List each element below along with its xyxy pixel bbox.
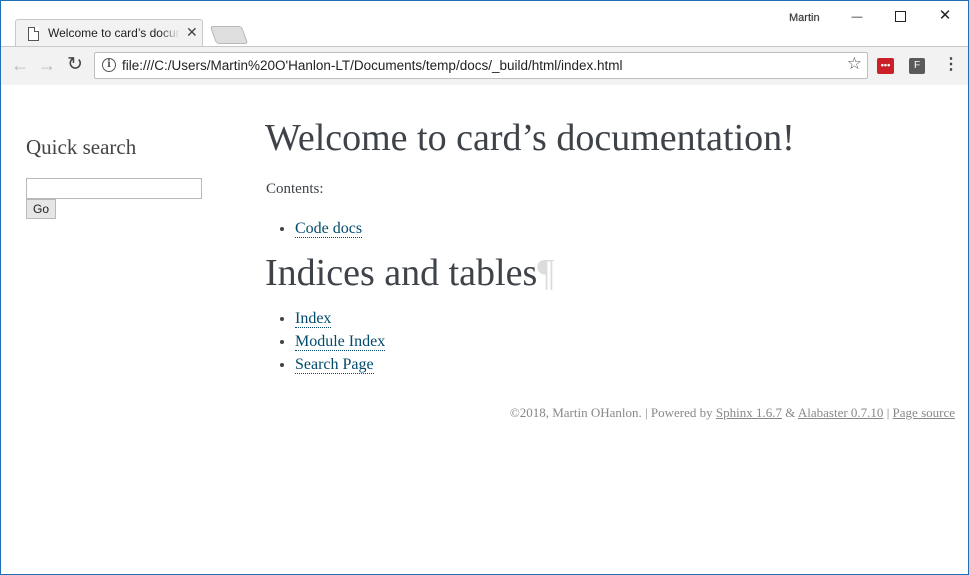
alabaster-link[interactable]: Alabaster 0.7.10 bbox=[798, 405, 884, 420]
contents-label: Contents: bbox=[266, 181, 324, 197]
maximize-icon bbox=[894, 10, 906, 22]
url-text[interactable]: file:///C:/Users/Martin%20O'Hanlon-LT/Do… bbox=[122, 58, 623, 73]
menu-icon[interactable]: ⋮ bbox=[943, 55, 959, 75]
sphinx-link[interactable]: Sphinx 1.6.7 bbox=[716, 405, 782, 420]
browser-window: Welcome to card’s documentation! ✕ Marti… bbox=[0, 0, 969, 575]
list-item: Index bbox=[295, 307, 385, 330]
title-bar: Welcome to card’s documentation! ✕ Marti… bbox=[1, 1, 968, 47]
main-body: Welcome to card’s documentation! Content… bbox=[265, 115, 955, 374]
quick-search-title: Quick search bbox=[26, 135, 137, 159]
module-index-link[interactable]: Module Index bbox=[295, 333, 386, 351]
go-button[interactable]: Go bbox=[26, 199, 57, 219]
footer-separator: | bbox=[883, 405, 893, 420]
browser-toolbar: ← → ↻ i file:///C:/Users/Martin%20O'Hanl… bbox=[1, 46, 968, 86]
footer-separator: | bbox=[641, 405, 651, 420]
ampersand: & bbox=[781, 405, 798, 420]
contents-list: Code docs bbox=[265, 217, 363, 240]
indices-list: Index Module Index Search Page bbox=[265, 307, 386, 376]
back-arrow-icon: ← bbox=[11, 55, 29, 75]
reload-button[interactable]: ↻ bbox=[65, 55, 85, 75]
maximize-button[interactable] bbox=[877, 5, 923, 27]
footer: ©2018, Martin OHanlon. | Powered by Sphi… bbox=[510, 405, 955, 421]
close-window-button[interactable]: ✕ bbox=[922, 5, 968, 27]
minimize-icon: — bbox=[851, 11, 863, 23]
browser-tab[interactable]: Welcome to card’s documentation! ✕ bbox=[15, 19, 203, 47]
page-source-link[interactable]: Page source bbox=[893, 405, 955, 420]
sidebar: Quick search Go bbox=[26, 135, 216, 219]
tab-close-icon[interactable]: ✕ bbox=[186, 24, 198, 41]
powered-by-text: Powered by bbox=[650, 405, 716, 420]
lastpass-extension-icon[interactable]: ••• bbox=[877, 58, 894, 74]
tab-title: Welcome to card’s documentation! bbox=[48, 26, 180, 40]
search-input[interactable] bbox=[26, 178, 202, 199]
page-title: Welcome to card’s documentation! bbox=[265, 117, 795, 159]
indices-heading-text: Indices and tables bbox=[265, 252, 538, 294]
page-content: Quick search Go Welcome to card’s docume… bbox=[1, 85, 968, 574]
indices-heading: Indices and tables¶ bbox=[265, 251, 554, 295]
new-tab-button[interactable] bbox=[209, 26, 249, 44]
list-item: Search Page bbox=[295, 353, 385, 376]
extension-f-icon[interactable]: F bbox=[909, 58, 925, 74]
back-button[interactable]: ← bbox=[10, 55, 30, 75]
page-icon bbox=[28, 27, 39, 41]
close-icon: ✕ bbox=[938, 7, 952, 24]
info-icon[interactable]: i bbox=[102, 58, 116, 72]
star-icon[interactable]: ☆ bbox=[847, 54, 862, 74]
search-page-link[interactable]: Search Page bbox=[295, 356, 374, 374]
forward-arrow-icon: → bbox=[38, 55, 56, 75]
pilcrow-link[interactable]: ¶ bbox=[537, 252, 554, 294]
address-bar[interactable]: i file:///C:/Users/Martin%20O'Hanlon-LT/… bbox=[94, 52, 868, 79]
list-item: Code docs bbox=[295, 217, 363, 240]
profile-name[interactable]: Martin bbox=[789, 12, 820, 24]
forward-button[interactable]: → bbox=[37, 55, 57, 75]
reload-icon: ↻ bbox=[67, 54, 83, 75]
minimize-button[interactable]: — bbox=[834, 5, 880, 27]
index-link[interactable]: Index bbox=[295, 310, 332, 328]
copyright-text: ©2018, Martin OHanlon. bbox=[509, 405, 642, 420]
list-item: Module Index bbox=[295, 330, 386, 353]
code-docs-link[interactable]: Code docs bbox=[295, 220, 363, 238]
